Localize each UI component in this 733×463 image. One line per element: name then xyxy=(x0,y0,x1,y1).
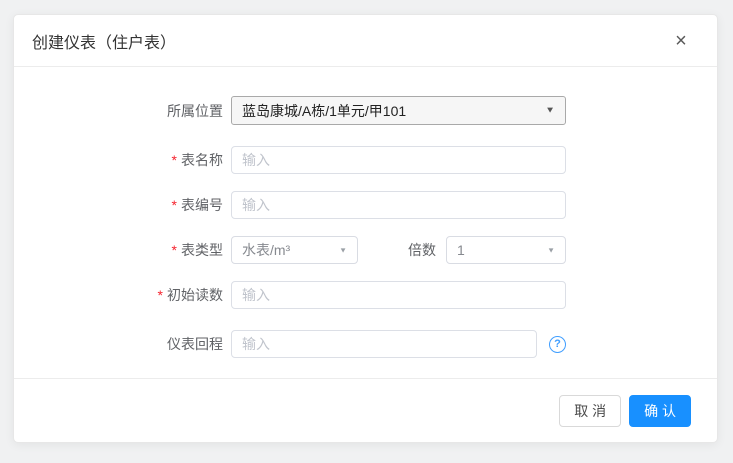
help-icon[interactable]: ? xyxy=(549,336,566,353)
meter-name-label: 表名称 xyxy=(181,152,223,168)
form-row-meter-name: *表名称 xyxy=(14,146,717,174)
multiplier-select[interactable]: 1 ▼ xyxy=(446,236,566,264)
chevron-down-icon: ▼ xyxy=(545,106,555,115)
initial-reading-label: 初始读数 xyxy=(167,287,223,303)
required-asterisk: * xyxy=(172,152,177,168)
modal-title: 创建仪表（住户表） xyxy=(32,29,669,53)
meter-type-label: 表类型 xyxy=(181,242,223,258)
multiplier-label: 倍数 xyxy=(408,240,436,260)
form-row-meter-rollover: 仪表回程 ? xyxy=(14,330,717,358)
multiplier-select-value: 1 xyxy=(457,242,547,258)
required-asterisk: * xyxy=(172,242,177,258)
page-background: 创建仪表（住户表） × 所属位置 蓝岛康城/A栋/1单元/甲101 ▼ *表名称 xyxy=(0,0,733,463)
form-row-location: 所属位置 蓝岛康城/A栋/1单元/甲101 ▼ xyxy=(14,96,717,125)
required-asterisk: * xyxy=(172,197,177,213)
location-select[interactable]: 蓝岛康城/A栋/1单元/甲101 ▼ xyxy=(231,96,566,125)
close-button[interactable]: × xyxy=(669,29,693,53)
initial-reading-input[interactable] xyxy=(231,281,566,309)
chevron-down-icon: ▼ xyxy=(547,246,555,254)
create-meter-modal: 创建仪表（住户表） × 所属位置 蓝岛康城/A栋/1单元/甲101 ▼ *表名称 xyxy=(13,14,718,443)
chevron-down-icon: ▼ xyxy=(339,246,347,254)
cancel-button[interactable]: 取 消 xyxy=(559,395,621,427)
meter-type-select[interactable]: 水表/m³ ▼ xyxy=(231,236,358,264)
modal-header: 创建仪表（住户表） × xyxy=(14,15,717,67)
form-row-meter-number: *表编号 xyxy=(14,191,717,219)
modal-footer: 取 消 确 认 xyxy=(14,378,717,442)
location-select-value: 蓝岛康城/A栋/1单元/甲101 xyxy=(242,101,545,121)
form-row-initial-reading: *初始读数 xyxy=(14,281,717,309)
meter-name-input[interactable] xyxy=(231,146,566,174)
meter-rollover-label: 仪表回程 xyxy=(14,334,223,354)
required-asterisk: * xyxy=(158,287,163,303)
question-mark-glyph: ? xyxy=(554,338,561,350)
form-row-meter-type: *表类型 水表/m³ ▼ 倍数 1 ▼ xyxy=(14,236,717,264)
close-icon: × xyxy=(675,31,687,51)
meter-number-input[interactable] xyxy=(231,191,566,219)
location-label: 所属位置 xyxy=(14,101,223,121)
meter-rollover-input[interactable] xyxy=(231,330,537,358)
meter-number-label: 表编号 xyxy=(181,197,223,213)
meter-type-select-value: 水表/m³ xyxy=(242,240,339,260)
modal-body: 所属位置 蓝岛康城/A栋/1单元/甲101 ▼ *表名称 * xyxy=(14,67,717,358)
confirm-button[interactable]: 确 认 xyxy=(629,395,691,427)
